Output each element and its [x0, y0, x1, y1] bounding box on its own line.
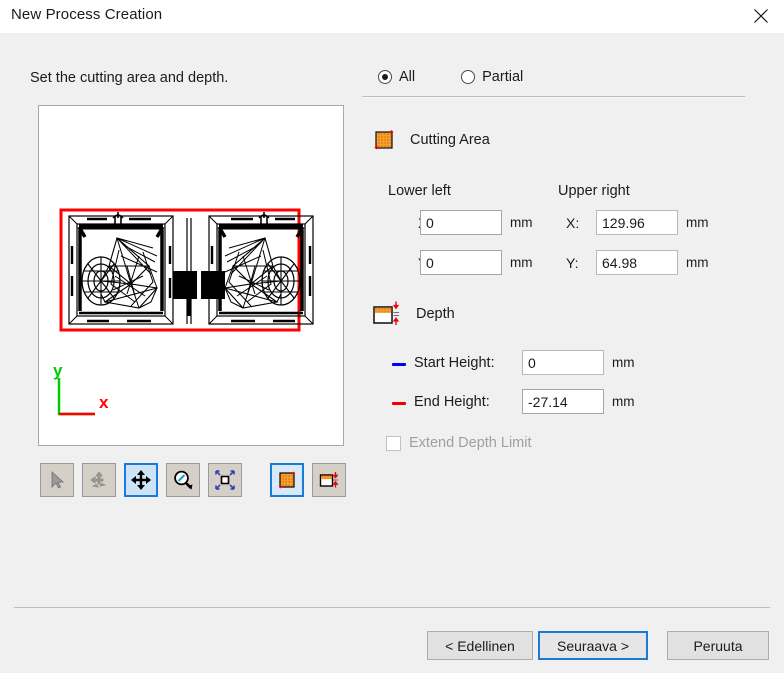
rotate-tool-button[interactable]	[82, 463, 116, 497]
close-button[interactable]	[738, 0, 784, 33]
dialog-body: Set the cutting area and depth. y x All …	[0, 33, 784, 607]
extend-depth-limit-checkbox[interactable]	[386, 435, 401, 451]
cutting-area-header: Cutting Area	[372, 127, 490, 153]
fit-view-tool-button[interactable]	[208, 463, 242, 497]
radio-all-label: All	[399, 69, 416, 85]
depth-icon	[373, 301, 400, 325]
cursor-arrow-icon	[51, 471, 64, 489]
start-height-input[interactable]	[522, 350, 604, 375]
extend-depth-limit-row[interactable]: Extend Depth Limit	[386, 435, 532, 451]
section-divider	[362, 96, 745, 98]
start-height-unit: mm	[612, 355, 635, 370]
rotate-icon	[90, 471, 107, 488]
upper-right-x-input[interactable]	[596, 210, 678, 235]
pan-tool-button[interactable]	[124, 463, 158, 497]
scope-radio-group: All Partial	[378, 69, 569, 85]
title-bar: New Process Creation	[0, 0, 784, 33]
settings-panel: All Partial Cutting Area Lower left 0 mm…	[362, 33, 762, 607]
model-preview-canvas: y x	[39, 106, 343, 445]
upper-right-group-label: Upper right	[558, 183, 630, 199]
lower-left-y-input[interactable]	[420, 250, 502, 275]
lower-left-y-unit: mm	[510, 255, 533, 270]
cutting-area-title: Cutting Area	[410, 132, 490, 148]
axis-x-label: x	[99, 393, 109, 412]
select-tool-button[interactable]	[40, 463, 74, 497]
radio-partial-indicator	[461, 70, 476, 84]
upper-right-y-input[interactable]	[596, 250, 678, 275]
model-preview-panel[interactable]: y x	[38, 105, 344, 446]
upper-right-y-label: Y:	[566, 255, 579, 271]
end-height-label: End Height:	[414, 394, 490, 410]
start-height-color-swatch	[392, 363, 406, 366]
cutting-area-icon	[374, 130, 394, 150]
back-button[interactable]: < Edellinen	[427, 631, 533, 660]
cutting-area-icon	[278, 471, 296, 489]
dialog-footer: < Edellinen Seuraava > Peruuta	[0, 608, 784, 673]
cancel-button[interactable]: Peruuta	[667, 631, 769, 660]
move-arrows-icon	[131, 470, 151, 490]
start-height-label: Start Height:	[414, 355, 495, 371]
upper-right-y-unit: mm	[686, 255, 709, 270]
radio-all[interactable]: All	[378, 69, 415, 85]
extend-depth-limit-label: Extend Depth Limit	[409, 435, 532, 451]
axis-y-label: y	[53, 361, 63, 380]
depth-icon	[319, 472, 339, 488]
view-toolbar	[40, 463, 346, 497]
radio-partial[interactable]: Partial	[461, 69, 523, 85]
radio-partial-label: Partial	[482, 69, 524, 85]
depth-header: Depth	[372, 299, 455, 329]
instruction-text: Set the cutting area and depth.	[30, 70, 229, 86]
toolbar-gap	[250, 463, 262, 497]
depth-title: Depth	[416, 306, 455, 322]
lower-left-x-input[interactable]	[420, 210, 502, 235]
upper-right-x-unit: mm	[686, 215, 709, 230]
end-height-input[interactable]	[522, 389, 604, 414]
lower-left-group-label: Lower left	[388, 183, 451, 199]
next-button[interactable]: Seuraava >	[538, 631, 648, 660]
cutting-area-tool-button[interactable]	[270, 463, 304, 497]
magnifier-icon	[174, 470, 193, 490]
close-icon	[754, 9, 768, 23]
depth-tool-button[interactable]	[312, 463, 346, 497]
end-height-color-swatch	[392, 402, 406, 405]
radio-all-indicator	[378, 70, 392, 84]
fit-to-screen-icon	[215, 470, 235, 490]
end-height-unit: mm	[612, 394, 635, 409]
upper-right-x-label: X:	[566, 215, 580, 231]
window-title: New Process Creation	[11, 6, 163, 23]
lower-left-x-unit: mm	[510, 215, 533, 230]
zoom-tool-button[interactable]	[166, 463, 200, 497]
